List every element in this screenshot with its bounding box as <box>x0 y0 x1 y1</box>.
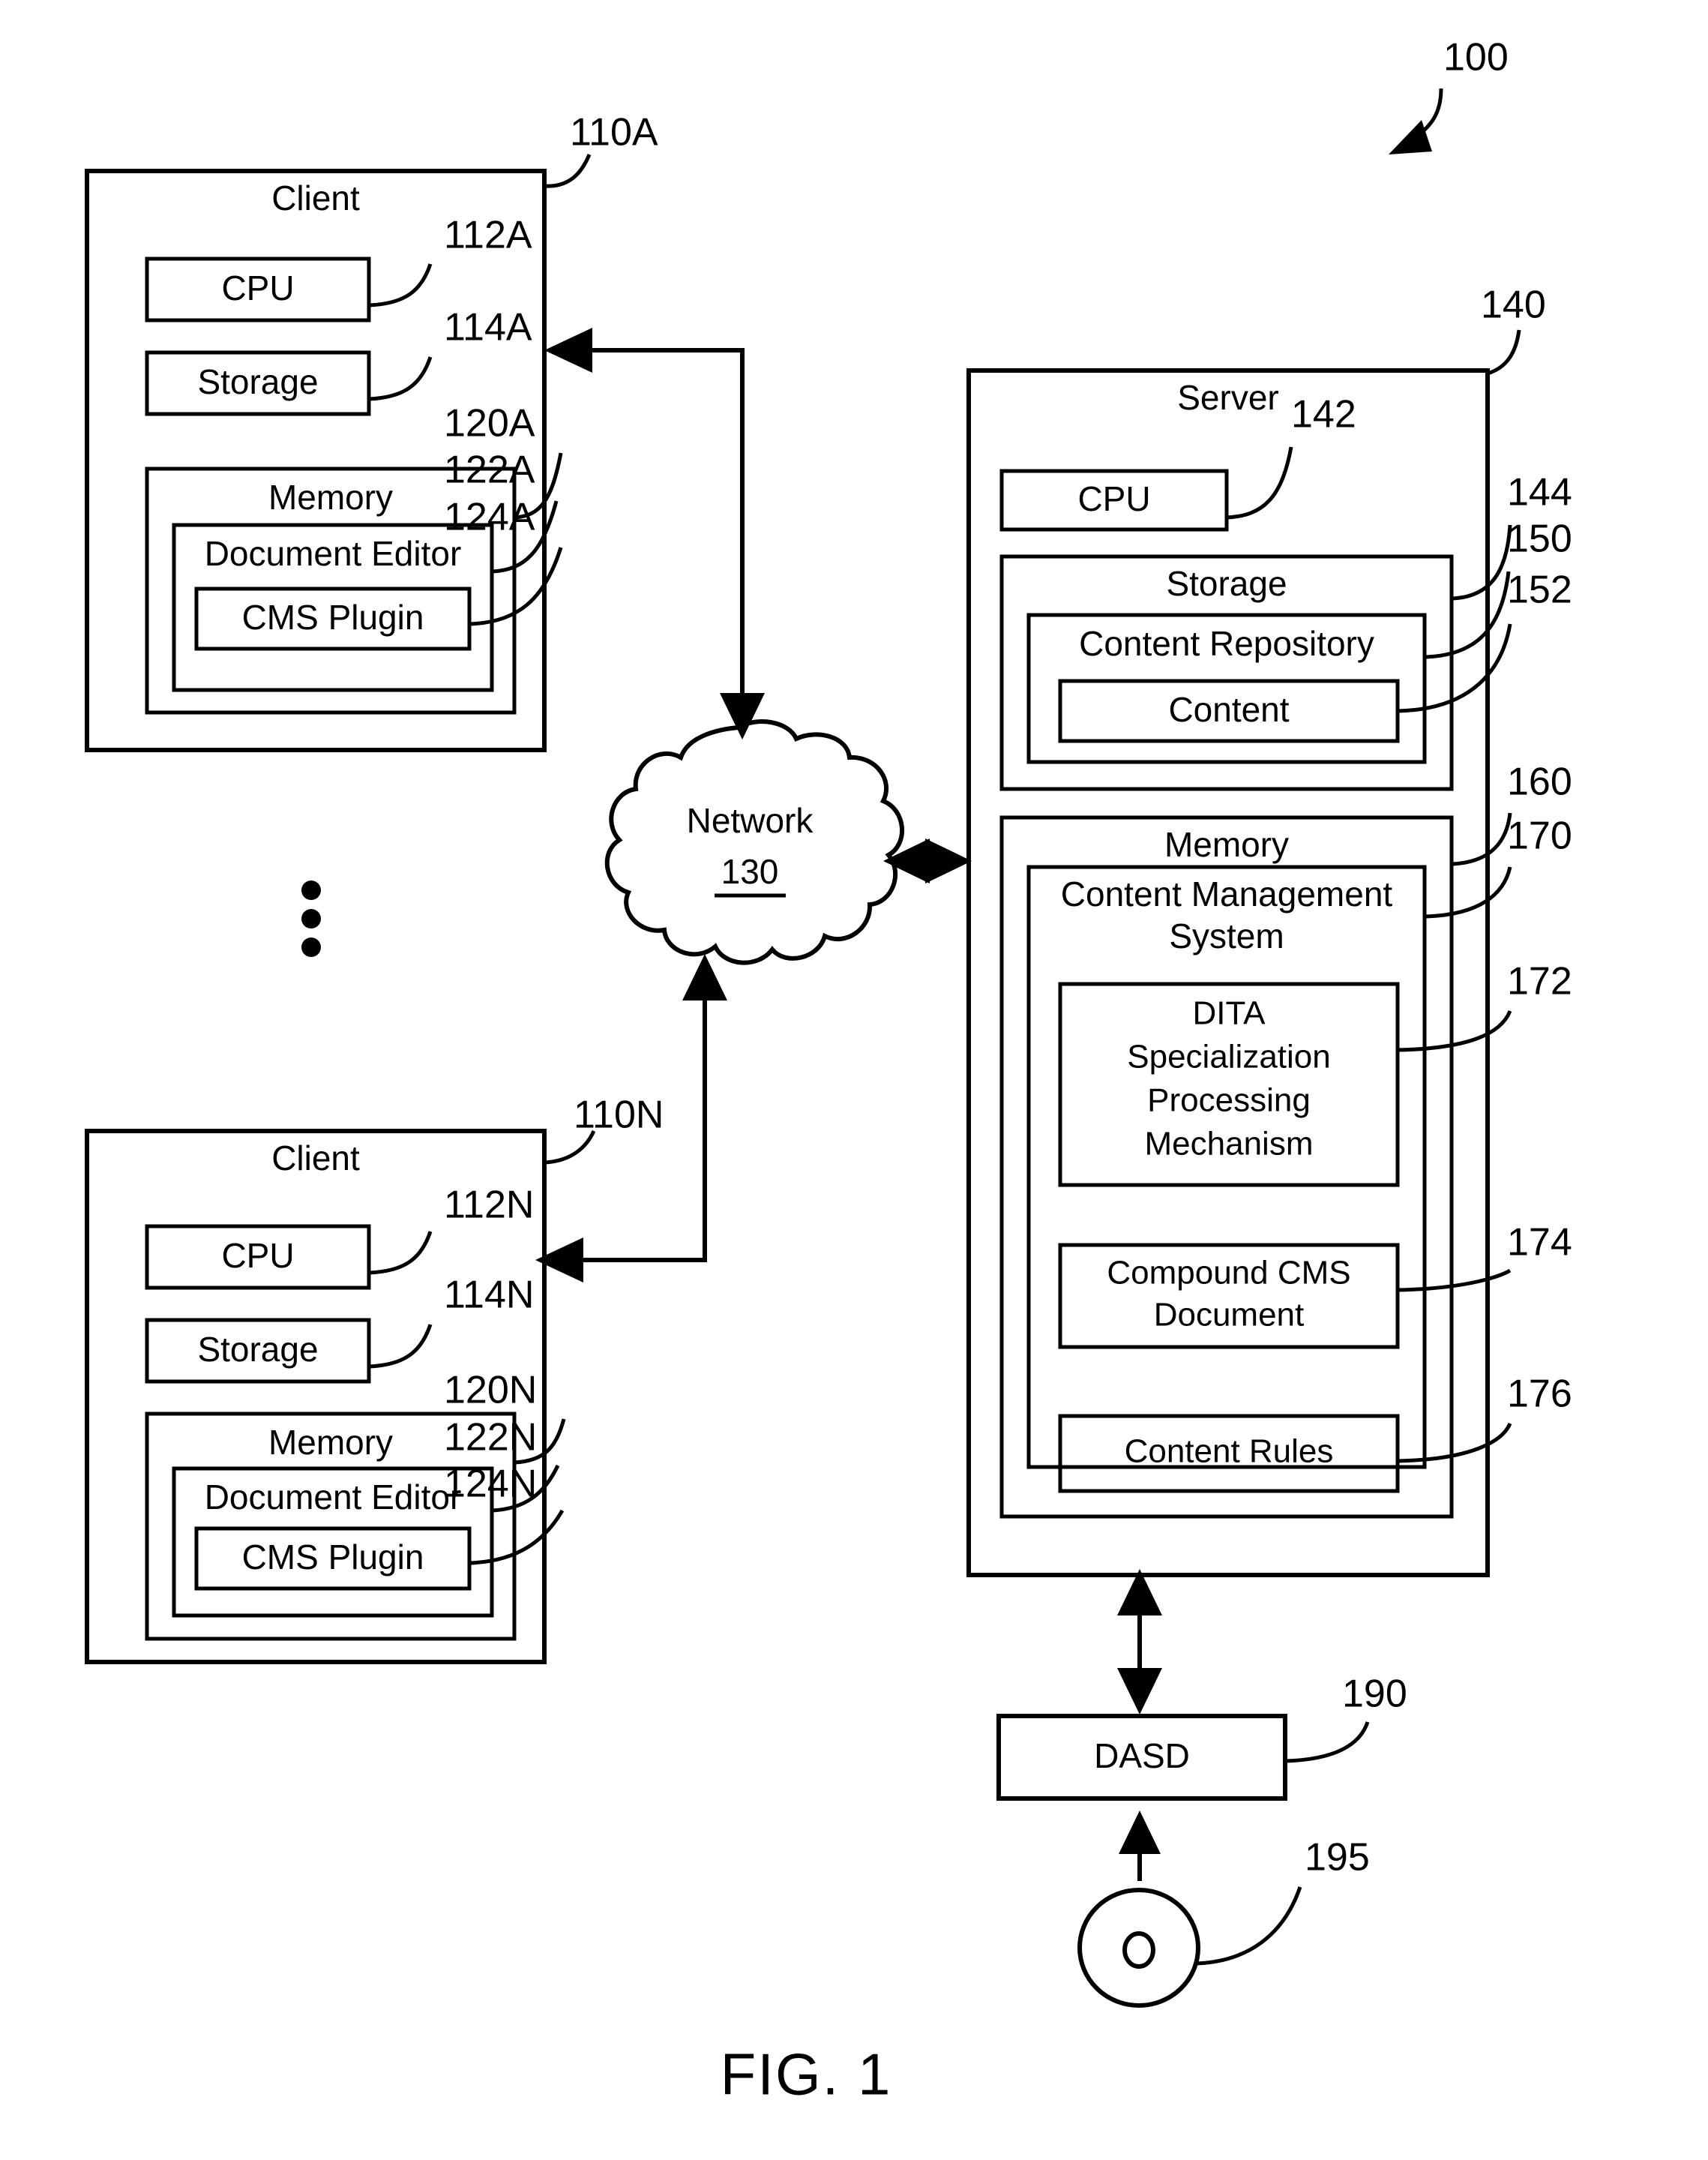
numeral-144: 144 <box>1507 471 1572 514</box>
server-storage-label: Storage <box>1166 564 1287 603</box>
numeral-110A: 110A <box>570 111 658 154</box>
numeral-176: 176 <box>1507 1372 1572 1416</box>
server-content-label: Content <box>1168 690 1289 729</box>
numeral-190: 190 <box>1342 1672 1407 1716</box>
server-content-rules-label: Content Rules <box>1125 1433 1334 1470</box>
client-a-docedit-label: Document Editor <box>205 534 462 573</box>
client-a-cpu-label: CPU <box>221 268 294 308</box>
network-cloud-group[interactable]: Network 130 <box>604 719 905 965</box>
client-n-docedit-label: Document Editor <box>205 1478 462 1516</box>
figure-caption: FIG. 1 <box>721 2042 892 2108</box>
server-title: Server <box>1177 378 1278 417</box>
server-memory-label: Memory <box>1164 825 1289 864</box>
removable-media-hub-hole <box>1122 1931 1155 1969</box>
server-compound-doc-line2: Document <box>1154 1297 1305 1334</box>
numeral-120N: 120N <box>444 1369 537 1412</box>
numeral-114N: 114N <box>444 1274 534 1317</box>
server-dita-line4: Mechanism <box>1145 1126 1314 1162</box>
patent-figure-1: 100 Client 110A CPU 112A Storage 114A Me… <box>0 0 1708 2160</box>
ellipsis-dot-2 <box>301 909 321 928</box>
server-cpu-label: CPU <box>1077 479 1150 518</box>
ellipsis-dot-1 <box>301 880 321 900</box>
network-numeral: 130 <box>721 852 779 891</box>
client-n-memory-label: Memory <box>268 1423 393 1462</box>
numeral-150: 150 <box>1507 518 1572 561</box>
client-a-title: Client <box>271 178 360 218</box>
client-n-cmsplugin-label: CMS Plugin <box>242 1538 424 1576</box>
numeral-114A: 114A <box>444 306 532 350</box>
server-compound-doc-line1: Compound CMS <box>1107 1255 1350 1292</box>
numeral-124A: 124A <box>444 496 535 539</box>
numeral-122A: 122A <box>444 448 535 492</box>
server-content-repository-label: Content Repository <box>1079 624 1374 663</box>
numeral-174: 174 <box>1507 1221 1572 1264</box>
client-a-storage-label: Storage <box>197 362 318 401</box>
numeral-142: 142 <box>1291 393 1356 436</box>
ellipsis-dot-3 <box>301 938 321 957</box>
numeral-124N: 124N <box>444 1462 537 1506</box>
client-a-cmsplugin-label: CMS Plugin <box>242 598 424 637</box>
more-clients-ellipsis <box>301 880 321 957</box>
server-cms-label-line2: System <box>1169 916 1284 956</box>
client-a-memory-label: Memory <box>268 478 393 517</box>
numeral-160: 160 <box>1507 760 1572 804</box>
numeral-195: 195 <box>1305 1836 1370 1880</box>
numeral-110N: 110N <box>574 1094 664 1137</box>
numeral-152: 152 <box>1507 568 1572 612</box>
client-n-cpu-label: CPU <box>221 1236 294 1275</box>
numeral-140: 140 <box>1481 284 1546 327</box>
numeral-112N: 112N <box>444 1184 534 1227</box>
dasd-label: DASD <box>1094 1736 1190 1775</box>
server-dita-line1: DITA <box>1193 995 1266 1032</box>
server-cms-label-line1: Content Management <box>1061 874 1393 914</box>
network-cloud-shape[interactable] <box>604 719 905 965</box>
network-label: Network <box>687 801 814 840</box>
numeral-172: 172 <box>1507 960 1572 1004</box>
numeral-112A: 112A <box>444 214 532 257</box>
server-dita-line3: Processing <box>1147 1082 1311 1119</box>
numeral-170: 170 <box>1507 814 1572 858</box>
numeral-120A: 120A <box>444 402 535 446</box>
numeral-122N: 122N <box>444 1416 537 1460</box>
numeral-100: 100 <box>1443 36 1509 80</box>
client-n-storage-label: Storage <box>197 1330 318 1369</box>
server-dita-line2: Specialization <box>1127 1039 1331 1076</box>
client-n-title: Client <box>271 1138 360 1178</box>
